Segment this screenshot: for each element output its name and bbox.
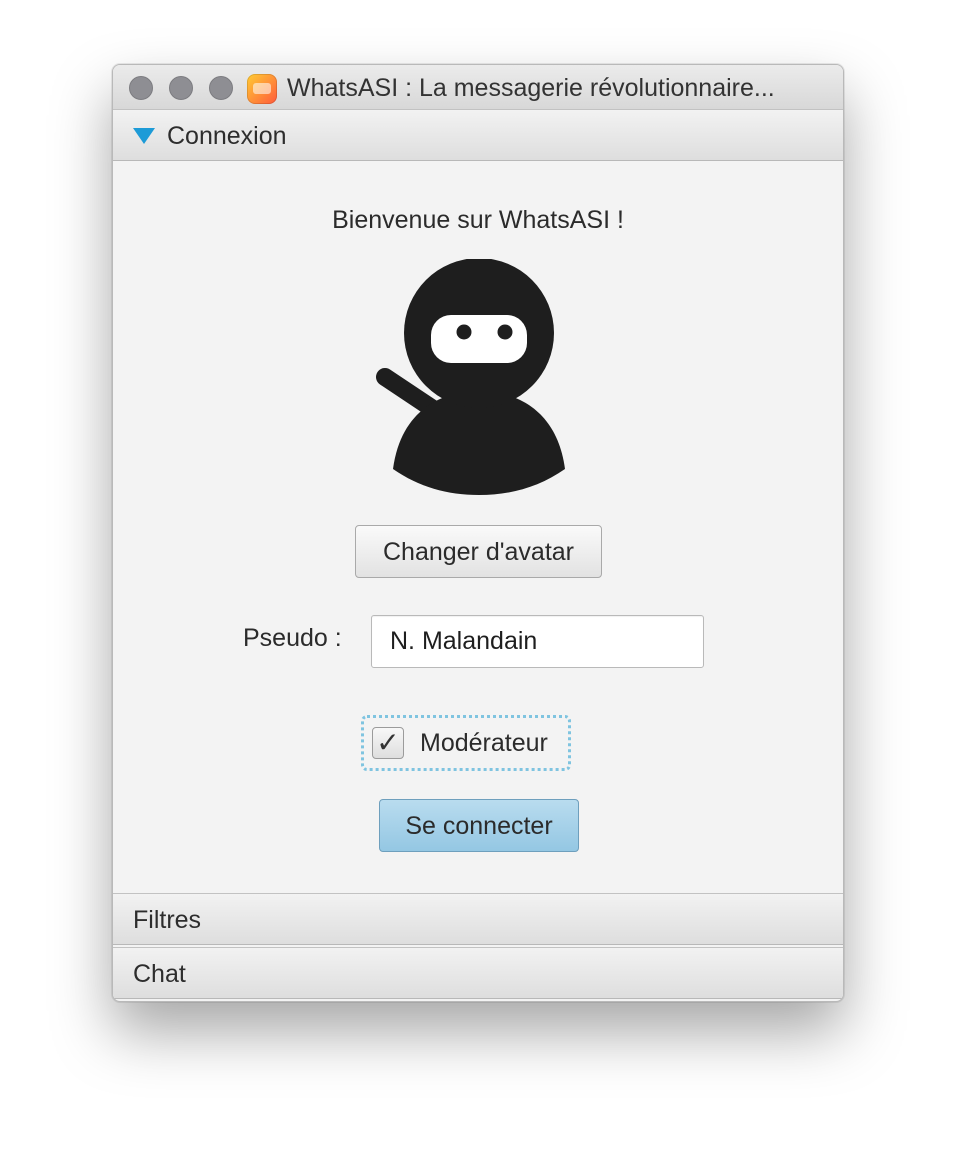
- pane-header-chat[interactable]: Chat: [113, 947, 843, 999]
- expanded-triangle-icon: [133, 128, 155, 144]
- welcome-text: Bienvenue sur WhatsASI !: [332, 206, 624, 234]
- moderator-checkbox-focus[interactable]: ✓ Modérateur: [361, 715, 571, 771]
- pseudo-label: Pseudo :: [243, 624, 342, 652]
- minimize-window-button[interactable]: [169, 76, 193, 100]
- pane-header-connexion[interactable]: Connexion: [113, 109, 843, 161]
- connexion-pane-content: Bienvenue sur WhatsASI ! Changer d'avata…: [113, 163, 843, 893]
- close-window-button[interactable]: [129, 76, 153, 100]
- change-avatar-button[interactable]: Changer d'avatar: [355, 525, 602, 578]
- pane-label-chat: Chat: [133, 960, 186, 988]
- pane-header-filtres[interactable]: Filtres: [113, 893, 843, 945]
- app-window: WhatsASI : La messagerie révolutionnaire…: [112, 64, 844, 1002]
- zoom-window-button[interactable]: [209, 76, 233, 100]
- ninja-avatar-icon: [376, 259, 565, 495]
- moderator-checkbox[interactable]: ✓: [372, 727, 404, 759]
- connect-button[interactable]: Se connecter: [379, 799, 579, 852]
- app-icon: [247, 74, 277, 104]
- pane-label-connexion: Connexion: [167, 122, 287, 150]
- check-icon: ✓: [376, 727, 400, 758]
- moderator-label[interactable]: Modérateur: [420, 728, 548, 758]
- window-title: WhatsASI : La messagerie révolutionnaire…: [287, 74, 775, 102]
- pane-label-filtres: Filtres: [133, 906, 202, 934]
- pseudo-input[interactable]: [371, 615, 704, 668]
- title-bar[interactable]: WhatsASI : La messagerie révolutionnaire…: [113, 65, 843, 110]
